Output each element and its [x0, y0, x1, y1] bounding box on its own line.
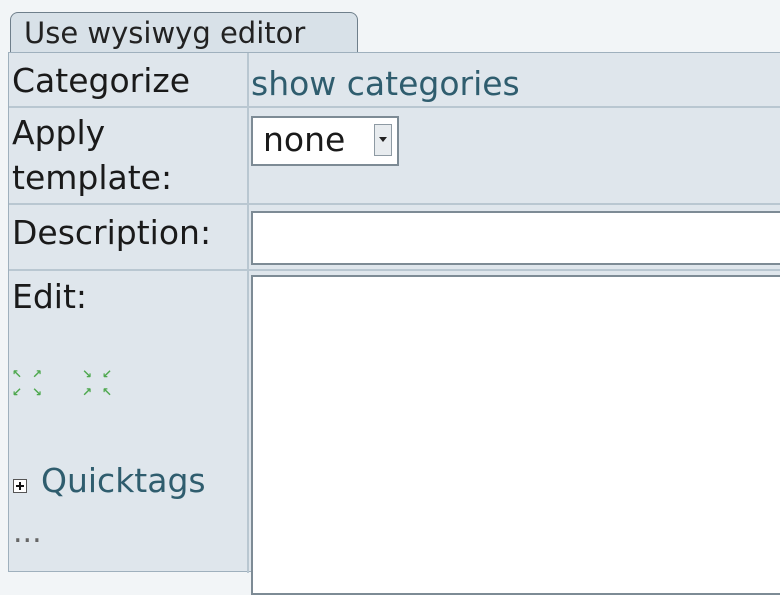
- row-divider: [9, 203, 780, 205]
- template-selected-value: none: [263, 120, 346, 159]
- expand-arrows-icon[interactable]: ↖ ↗ ↙ ↘: [12, 368, 48, 404]
- row-divider: [9, 106, 780, 108]
- show-categories-link[interactable]: show categories: [251, 64, 520, 103]
- description-field[interactable]: [251, 211, 780, 265]
- plus-box-icon[interactable]: [13, 479, 27, 493]
- row-divider: [9, 269, 780, 271]
- edit-textarea[interactable]: [251, 275, 780, 595]
- description-label: Description:: [12, 213, 212, 252]
- collapse-arrows-icon[interactable]: ↘ ↙ ↗ ↖: [82, 368, 118, 404]
- quicktags-link[interactable]: Quicktags: [41, 461, 206, 500]
- more-ellipsis: ...: [13, 515, 42, 550]
- column-divider: [247, 53, 249, 573]
- apply-template-label-line1: Apply: [12, 113, 106, 152]
- template-select[interactable]: none: [251, 116, 399, 166]
- wysiwyg-editor-tab[interactable]: Use wysiwyg editor: [10, 12, 358, 52]
- categorize-label: Categorize: [12, 61, 191, 100]
- edit-form: Categorize show categories Apply templat…: [8, 52, 780, 595]
- apply-template-label-line2: template:: [12, 158, 173, 197]
- edit-label: Edit:: [12, 277, 88, 316]
- chevron-down-icon[interactable]: [374, 124, 392, 156]
